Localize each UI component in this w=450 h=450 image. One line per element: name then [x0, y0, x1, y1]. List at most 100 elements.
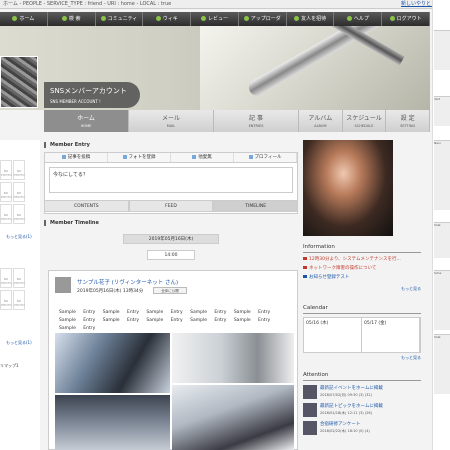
- gnav-community[interactable]: コミュニティ: [96, 12, 144, 26]
- invite-icon: [294, 16, 300, 21]
- friend-photo[interactable]: NO PHOTO: [13, 204, 25, 224]
- friend-photo[interactable]: NO PHOTO: [13, 160, 25, 180]
- rail-block-side: Side: [434, 222, 450, 258]
- community-icon: [100, 16, 106, 21]
- rail-block-vert: Vert: [434, 96, 450, 126]
- visibility-button[interactable]: 全体に公開: [153, 287, 187, 294]
- sub-nav-2: アルバム ALBUM スケジュール SCHEDULE 設 定 SETTING: [299, 110, 431, 132]
- calendar-day[interactable]: 05/16 (木): [304, 318, 362, 352]
- topbar-path: ホーム - PEOPLE - SERVICE_TYPE : friend - U…: [3, 1, 172, 7]
- profile-icon: [248, 154, 253, 159]
- calendar-panel: Calendar 05/16 (木) 05/17 (金) もっと見る: [303, 305, 421, 360]
- gnav-search[interactable]: 検 索: [48, 12, 96, 26]
- other-icon: [192, 154, 197, 159]
- review-icon: [201, 16, 206, 21]
- more-link[interactable]: もっと見る(1): [6, 234, 32, 240]
- tab-post-photo[interactable]: フォトを登録: [108, 153, 171, 162]
- post-timestamp: 2019年05月16日(木) 13時34分: [77, 289, 144, 294]
- pencil-icon: [61, 154, 66, 159]
- global-nav: ホーム 検 索 コミュニティ ウィキ レビュー アップローダ 友人を招待 ヘルプ…: [0, 12, 431, 26]
- attention-item[interactable]: 最新記イベントをホームに掲載 2018/07/02(月) 09:30 (3) (3…: [303, 385, 421, 399]
- friend-photo[interactable]: NO PHOTO: [0, 268, 12, 288]
- rail-block-navi: Navi: [434, 140, 450, 210]
- right-rail: Vert Navi Side Sche Side: [432, 0, 450, 450]
- account-badge: SNSメンバーアカウント SNS MEMBER ACCOUNT !: [44, 82, 140, 108]
- post-photo[interactable]: [55, 333, 170, 393]
- friend-photo[interactable]: NO PHOTO: [0, 204, 12, 224]
- calendar-day[interactable]: 05/17 (金): [362, 318, 420, 352]
- tab-mail[interactable]: メール MAIL: [129, 110, 214, 132]
- calendar-title: Calendar: [303, 305, 421, 314]
- calendar-more-link[interactable]: もっと見る: [303, 355, 421, 361]
- gnav-logout[interactable]: ログアウト: [382, 12, 431, 26]
- post-text: Sample Entry Sample Entry Sample Entry S…: [59, 310, 271, 331]
- tab-timeline[interactable]: TIMELINE: [213, 200, 299, 212]
- left-column: NO PHOTO NO PHOTO NO PHOTO NO PHOTO NO P…: [0, 140, 40, 450]
- feed-tabs: CONTENTS FEED TIMELINE: [44, 200, 299, 212]
- information-title: Information: [303, 244, 421, 253]
- attention-item[interactable]: 最新記トピックをホームに掲載 2018/01/18(木) 12:11 (3) (2…: [303, 403, 421, 417]
- friend-photo[interactable]: NO PHOTO: [0, 290, 12, 310]
- tab-setting[interactable]: 設 定 SETTING: [386, 110, 431, 132]
- status-input[interactable]: 今なにしてる？: [49, 167, 293, 193]
- information-panel: Information 12時30分より、システムメンテナンスを行... ネット…: [303, 244, 421, 299]
- sub-nav: ホーム HOME メール MAIL 記 事 ENTRIES: [44, 110, 299, 132]
- timeline-time: 14:00: [147, 250, 195, 260]
- tab-other[interactable]: 他愛無: [171, 153, 234, 162]
- rail-block-sche: Sche: [434, 270, 450, 330]
- friend-photo[interactable]: NO PHOTO: [13, 268, 25, 288]
- more-link[interactable]: もっと見る(1): [6, 340, 32, 346]
- tab-post-entry[interactable]: 記事を投稿: [45, 153, 108, 162]
- left-label: リマップ1: [0, 363, 19, 368]
- tab-feed[interactable]: FEED: [128, 200, 214, 212]
- logout-icon: [389, 16, 395, 21]
- featured-photo[interactable]: [303, 140, 393, 236]
- tab-entries[interactable]: 記 事 ENTRIES: [214, 110, 299, 132]
- gnav-help[interactable]: ヘルプ: [334, 12, 383, 26]
- gnav-review[interactable]: レビュー: [191, 12, 239, 26]
- entry-tabs: 記事を投稿 フォトを登録 他愛無 プロフィール: [45, 153, 297, 163]
- tab-profile[interactable]: プロフィール: [234, 153, 297, 162]
- attention-item[interactable]: 合宿研修アンケート 2018/02/22(木) 18:10 (0) (4): [303, 421, 421, 435]
- account-name: SNSメンバーアカウント: [50, 87, 127, 95]
- attention-title: Attention: [303, 372, 421, 381]
- gnav-invite[interactable]: 友人を招待: [287, 12, 335, 26]
- post-photo[interactable]: [172, 333, 294, 383]
- timeline-date: 2019年05月16日(木): [123, 234, 219, 244]
- profile-header: SNSメンバーアカウント SNS MEMBER ACCOUNT !: [0, 26, 430, 110]
- search-icon: [61, 16, 67, 21]
- tab-schedule[interactable]: スケジュール SCHEDULE: [342, 110, 387, 132]
- help-icon: [346, 16, 352, 21]
- upload-icon: [243, 16, 249, 21]
- friend-photo[interactable]: NO PHOTO: [13, 182, 25, 202]
- topbar: ホーム - PEOPLE - SERVICE_TYPE : friend - U…: [0, 0, 450, 9]
- info-more-link[interactable]: もっと見る: [303, 286, 421, 292]
- tab-home[interactable]: ホーム HOME: [44, 110, 129, 132]
- account-sub: SNS MEMBER ACCOUNT !: [50, 99, 101, 104]
- friend-photo[interactable]: NO PHOTO: [13, 290, 25, 310]
- rail-block-side2: Side: [434, 334, 450, 394]
- attention-thumb: [303, 385, 317, 399]
- info-item[interactable]: お知らせ登録テスト: [303, 274, 421, 280]
- header-banner-image: [200, 26, 430, 110]
- friend-photo[interactable]: NO PHOTO: [0, 182, 12, 202]
- friend-photo[interactable]: NO PHOTO: [0, 160, 12, 180]
- attention-thumb: [303, 403, 317, 417]
- timeline-title: Member Timeline: [44, 220, 99, 226]
- home-icon: [12, 16, 18, 21]
- tab-contents[interactable]: CONTENTS: [44, 200, 129, 212]
- gnav-wiki[interactable]: ウィキ: [143, 12, 192, 26]
- info-item[interactable]: 12時30分より、システムメンテナンスを行...: [303, 256, 421, 262]
- member-entry-title: Member Entry: [44, 142, 90, 148]
- post-photo[interactable]: [172, 385, 294, 450]
- rail-avatar: [434, 30, 450, 70]
- wiki-icon: [155, 16, 161, 21]
- avatar[interactable]: [0, 56, 38, 108]
- post-author[interactable]: サンプル花子 (リヴィンターネット さん): [77, 278, 178, 286]
- tab-album[interactable]: アルバム ALBUM: [299, 110, 343, 132]
- post-avatar[interactable]: [55, 277, 71, 293]
- info-item[interactable]: ネットワーク障害の操作について: [303, 265, 421, 271]
- gnav-home[interactable]: ホーム: [0, 12, 48, 26]
- gnav-uploader[interactable]: アップローダ: [239, 12, 287, 26]
- post-photo[interactable]: [55, 395, 170, 450]
